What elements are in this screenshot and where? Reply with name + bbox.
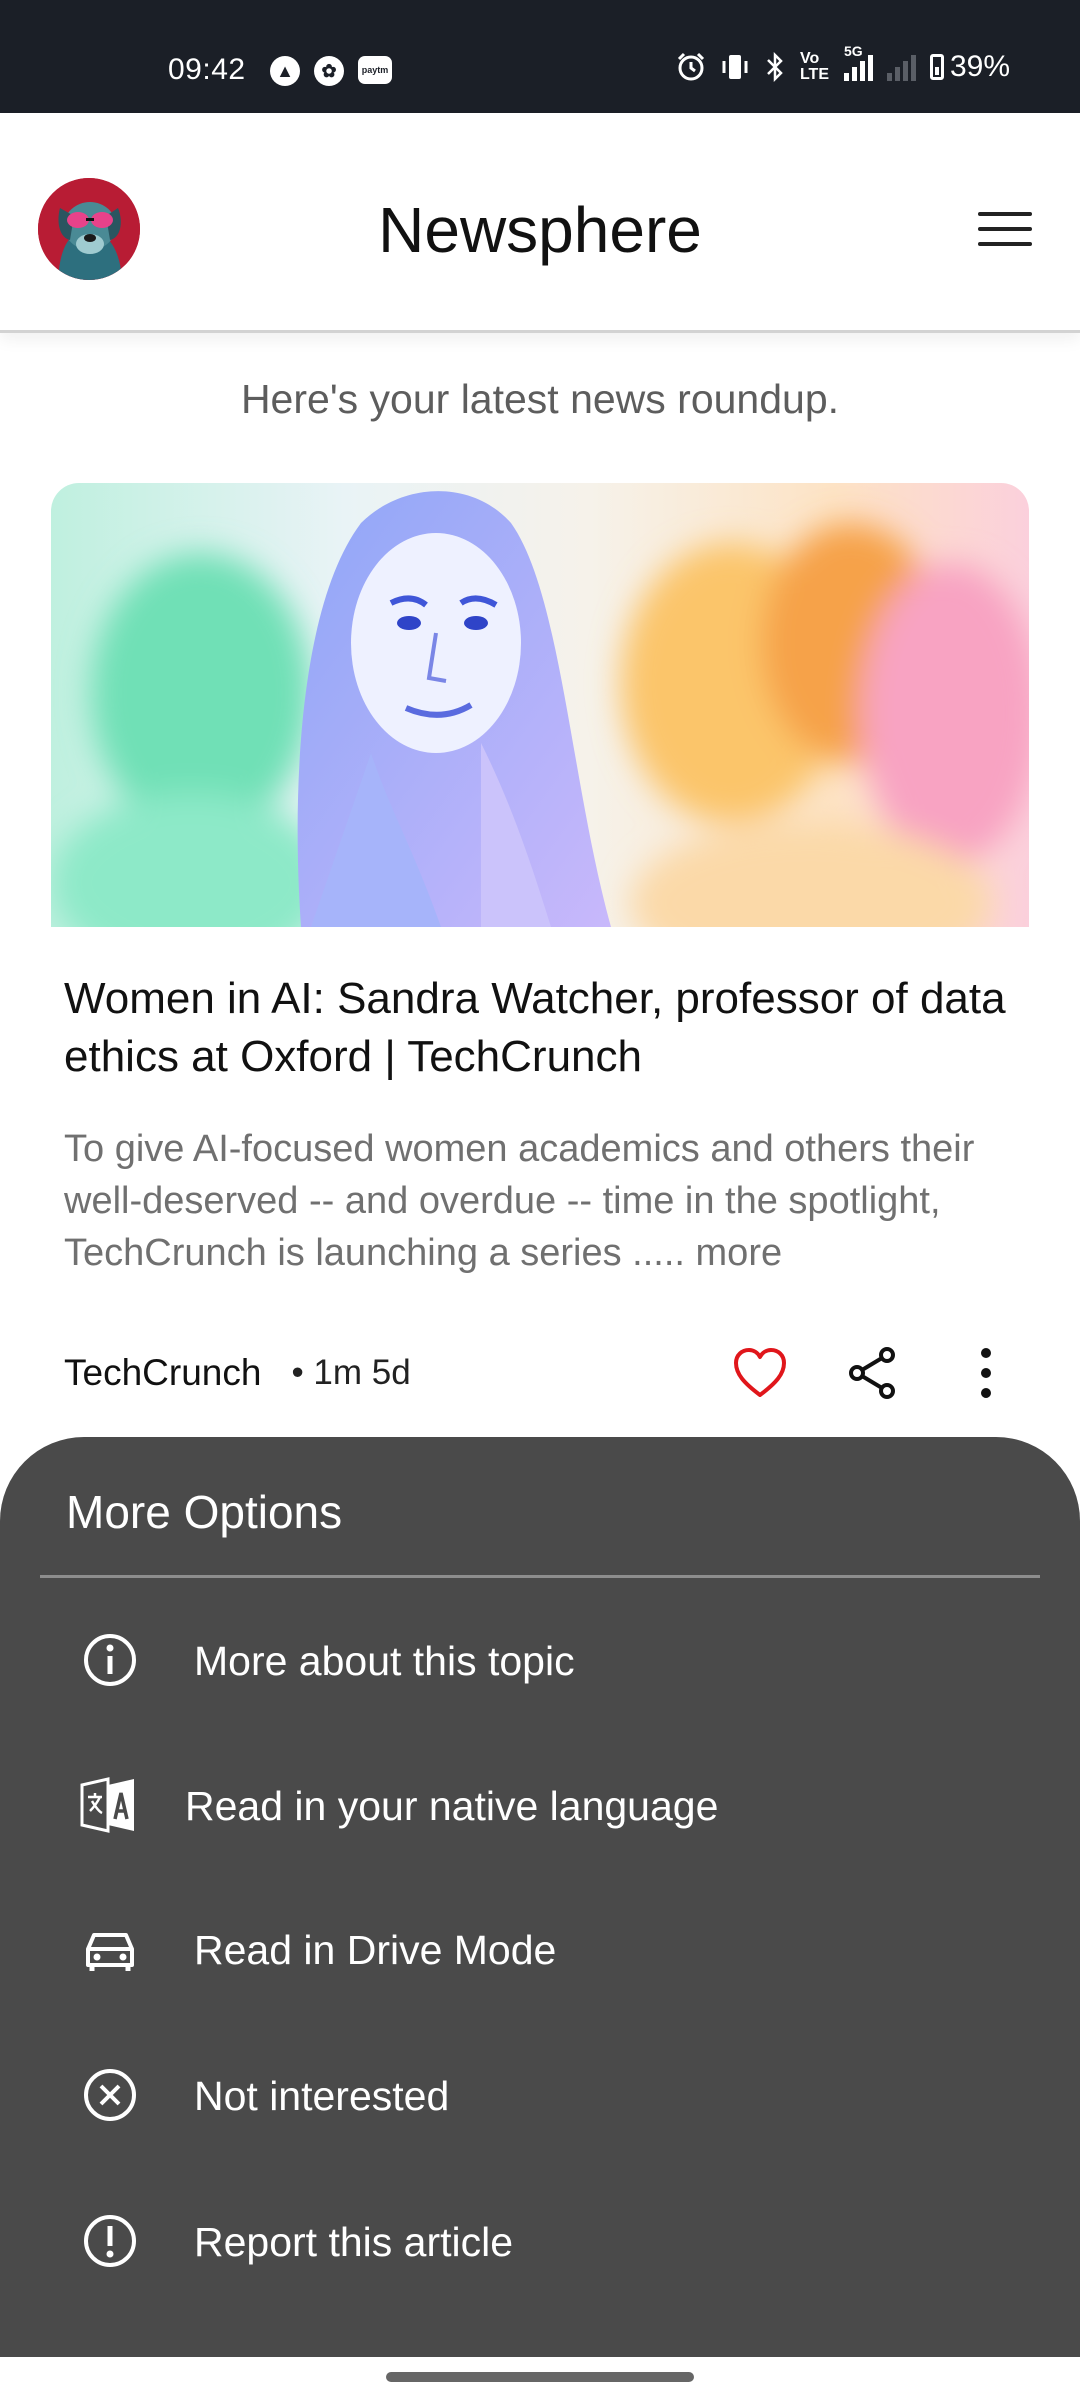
battery-percent: 39% (949, 50, 1010, 83)
option-more-about-topic[interactable]: More about this topic (0, 1600, 1080, 1720)
vibrate-icon (722, 55, 748, 79)
article-title[interactable]: Women in AI: Sandra Watcher, professor o… (64, 970, 1014, 1086)
option-not-interested[interactable]: Not interested (0, 2035, 1080, 2155)
option-label: Read in Drive Mode (194, 1927, 557, 1973)
hamburger-menu-icon[interactable] (978, 210, 1034, 250)
sheet-divider (40, 1575, 1040, 1578)
portrait-illustration (51, 483, 1029, 927)
home-indicator[interactable] (386, 2372, 694, 2382)
option-label: Not interested (194, 2073, 450, 2119)
option-native-language[interactable]: Read in your native language (0, 1745, 1080, 1865)
volte-label: Vo LTE (799, 50, 829, 83)
article-meta: TechCrunch • 1m 5d (64, 1352, 411, 1394)
option-label: Read in your native language (185, 1783, 719, 1829)
alert-icon (84, 2215, 136, 2267)
option-label: Report this article (194, 2219, 514, 2265)
car-icon (86, 1933, 134, 1971)
bluetooth-icon (767, 52, 783, 82)
article-source[interactable]: TechCrunch (64, 1352, 261, 1394)
status-bar: 09:42 ▲ ✿ paytm Vo LTE 5G 39% (0, 0, 1080, 113)
translate-icon (80, 1777, 134, 1833)
sheet-title: More Options (66, 1486, 343, 1538)
app-title: Newsphere (378, 194, 702, 266)
battery-icon (929, 54, 944, 80)
more-options-sheet: More Options More about this topic Read … (0, 1437, 1080, 2357)
sim2-signal-icon (886, 53, 916, 81)
app-header: Newsphere (0, 113, 1080, 333)
more-vertical-icon[interactable] (956, 1343, 1016, 1403)
option-label: More about this topic (194, 1638, 575, 1684)
status-app-icons: ▲ ✿ paytm (270, 56, 392, 86)
network-type-label: 5G (843, 43, 863, 59)
nav-arrow-icon: ▲ (270, 56, 300, 86)
article-hero-image[interactable] (51, 483, 1029, 927)
info-icon (84, 1634, 136, 1686)
close-circle-icon (84, 2069, 136, 2121)
alarm-icon (677, 52, 705, 81)
feed-subtitle: Here's your latest news roundup. (240, 376, 840, 422)
option-report-article[interactable]: Report this article (0, 2181, 1080, 2301)
option-drive-mode[interactable]: Read in Drive Mode (0, 1889, 1080, 2009)
share-icon[interactable] (843, 1343, 903, 1403)
status-time: 09:42 (168, 53, 246, 86)
paytm-icon: paytm (358, 56, 392, 84)
article-time: • 1m 5d (291, 1353, 411, 1392)
leaf-icon: ✿ (314, 56, 344, 86)
heart-icon[interactable] (730, 1343, 790, 1403)
article-description[interactable]: To give AI-focused women academics and o… (64, 1123, 1014, 1279)
status-indicators: Vo LTE 5G 39% (676, 43, 1010, 84)
